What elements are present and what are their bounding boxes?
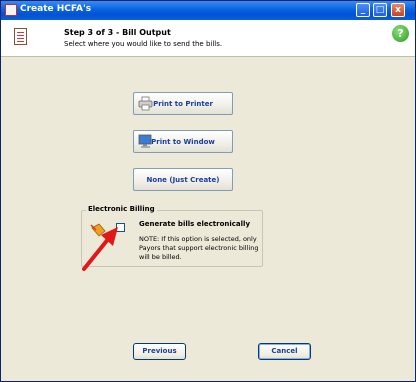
annotation-arrow-icon [82,227,118,271]
print-to-window-label: Print to Window [151,138,215,146]
print-to-printer-label: Print to Printer [153,100,213,108]
step-subtitle: Select where you would like to send the … [64,40,223,48]
maximize-button[interactable]: □ [373,3,387,17]
print-to-printer-button[interactable]: Print to Printer [133,92,233,115]
app-icon [5,4,17,16]
cancel-button[interactable]: Cancel [258,343,311,360]
window-title: Create HCFA's [20,4,92,14]
minimize-button[interactable]: _ [356,3,370,17]
step-title: Step 3 of 3 - Bill Output [64,28,171,37]
electronic-billing-legend: Electronic Billing [86,205,157,213]
previous-button[interactable]: Previous [133,343,186,360]
create-hcfa-window: Create HCFA's _ □ x Step 3 of 3 - Bill O… [0,0,416,382]
help-icon[interactable]: ? [392,25,409,42]
none-just-create-button[interactable]: None (Just Create) [133,168,233,191]
title-bar[interactable]: Create HCFA's _ □ x [1,1,415,20]
close-button[interactable]: x [391,3,405,17]
generate-electronically-label[interactable]: Generate bills electronically [139,220,250,228]
document-icon [14,28,27,45]
electronic-billing-note: NOTE: If this option is selected, only P… [139,235,259,261]
none-just-create-label: None (Just Create) [146,176,220,184]
print-to-window-button[interactable]: Print to Window [133,130,233,153]
wizard-header: Step 3 of 3 - Bill Output Select where y… [1,20,415,57]
